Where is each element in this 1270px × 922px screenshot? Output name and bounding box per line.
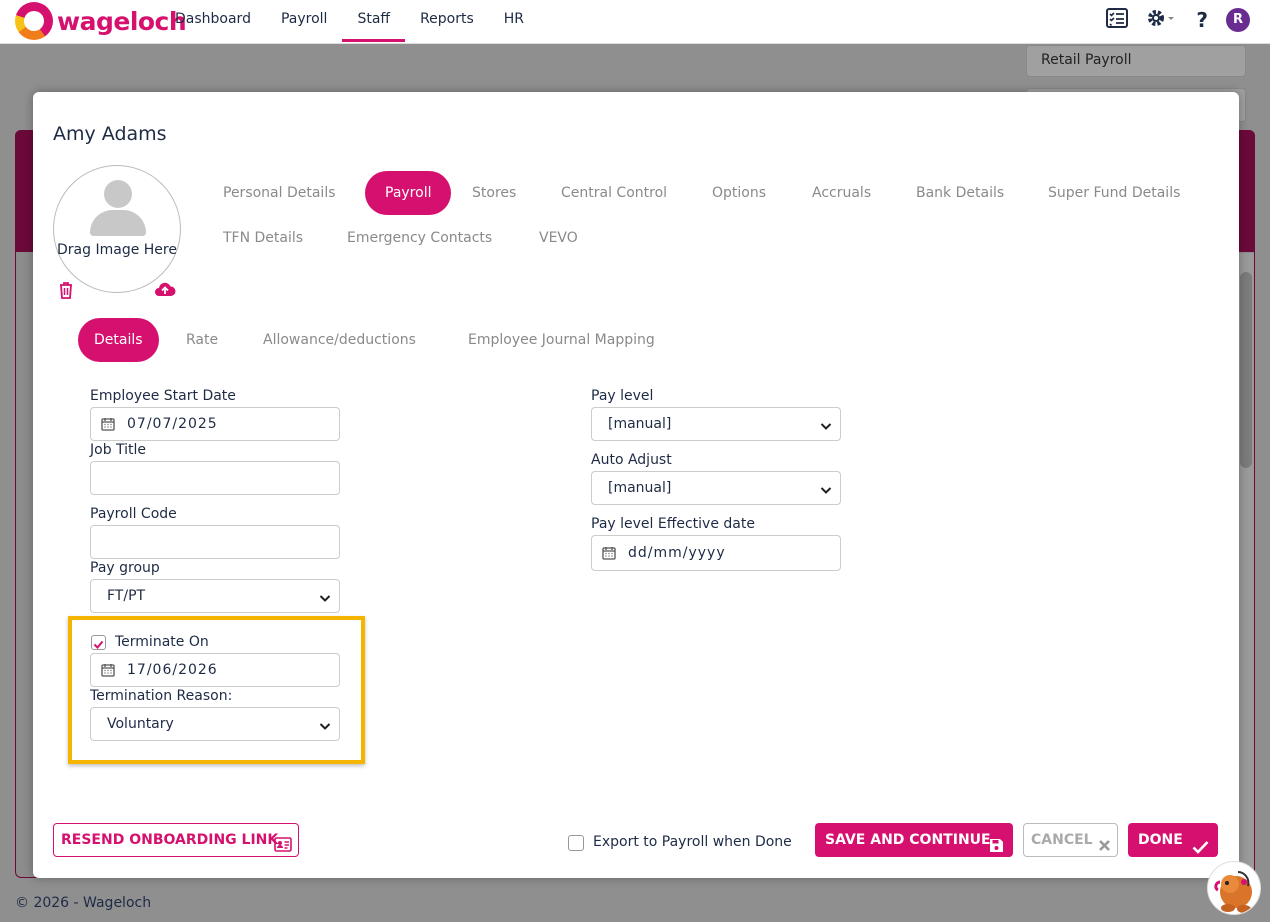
tab-payroll[interactable]: Payroll (365, 171, 452, 215)
tab-stores[interactable]: Stores (472, 171, 516, 215)
terminate-date-input[interactable]: 17/06/2026 (90, 653, 340, 687)
payroll-code-label: Payroll Code (90, 506, 177, 522)
logo-mark-icon (15, 2, 53, 40)
tab-personal-details[interactable]: Personal Details (223, 171, 336, 215)
terminate-on-label[interactable]: Terminate On (115, 634, 209, 650)
pay-level-label: Pay level (591, 388, 654, 404)
save-and-continue-button[interactable]: SAVE AND CONTINUE (815, 823, 1013, 857)
pay-level-effective-input[interactable]: dd/mm/yyyy (591, 535, 841, 571)
tab-tfn-details[interactable]: TFN Details (223, 216, 303, 260)
help-icon[interactable]: ? (1196, 8, 1208, 32)
main-nav: Dashboard Payroll Staff Reports HR (160, 0, 539, 44)
chevron-down-icon (820, 483, 832, 499)
employee-modal: Amy Adams Drag Image Here Personal Detai… (33, 92, 1239, 878)
start-date-input[interactable]: 07/07/2025 (90, 407, 340, 441)
chat-assistant-bot[interactable] (1207, 861, 1261, 915)
chevron-down-icon (820, 419, 832, 435)
pay-level-effective-label: Pay level Effective date (591, 516, 755, 532)
auto-adjust-value: [manual] (608, 480, 672, 496)
termination-reason-label: Termination Reason: (90, 688, 233, 704)
tab-options[interactable]: Options (712, 171, 766, 215)
auto-adjust-select[interactable]: [manual] (591, 471, 841, 505)
user-avatar[interactable]: R (1226, 8, 1250, 32)
subtab-employee-journal-mapping[interactable]: Employee Journal Mapping (468, 318, 655, 362)
calendar-icon (101, 663, 115, 681)
employee-name: Amy Adams (53, 123, 167, 145)
check-icon (1192, 833, 1209, 867)
checkmark-icon (93, 640, 104, 649)
settings-gear-icon[interactable] (1146, 8, 1178, 32)
trash-icon[interactable] (58, 281, 74, 303)
cloud-upload-icon[interactable] (154, 281, 176, 301)
subtab-details[interactable]: Details (78, 318, 159, 362)
terminate-checkbox[interactable] (91, 635, 106, 650)
start-date-label: Employee Start Date (90, 388, 236, 404)
task-list-icon[interactable] (1106, 8, 1129, 32)
pay-group-value: FT/PT (107, 588, 146, 604)
payroll-code-input[interactable] (90, 525, 340, 559)
tab-vevo[interactable]: VEVO (539, 216, 578, 260)
export-to-payroll-label[interactable]: Export to Payroll when Done (593, 834, 792, 850)
calendar-icon (101, 417, 115, 435)
tab-bank-details[interactable]: Bank Details (916, 171, 1004, 215)
photo-dropzone-label: Drag Image Here (57, 242, 177, 258)
termination-reason-select[interactable]: Voluntary (90, 707, 340, 741)
nav-payroll[interactable]: Payroll (266, 0, 342, 42)
nav-staff[interactable]: Staff (342, 0, 406, 42)
pay-level-effective-placeholder: dd/mm/yyyy (628, 545, 726, 561)
close-icon (1098, 832, 1111, 864)
chevron-down-icon (319, 719, 331, 735)
pay-level-select[interactable]: [manual] (591, 407, 841, 441)
pay-group-select[interactable]: FT/PT (90, 579, 340, 613)
tab-central-control[interactable]: Central Control (561, 171, 667, 215)
chevron-down-icon (319, 591, 331, 607)
job-title-label: Job Title (90, 442, 147, 458)
id-card-icon (274, 832, 292, 864)
nav-dashboard[interactable]: Dashboard (160, 0, 266, 42)
pay-level-value: [manual] (608, 416, 672, 432)
photo-dropzone[interactable]: Drag Image Here (53, 165, 181, 293)
top-navbar: wageloch Dashboard Payroll Staff Reports… (0, 0, 1270, 44)
auto-adjust-label: Auto Adjust (591, 452, 672, 468)
payroll-select[interactable]: Retail Payroll (1026, 45, 1246, 77)
done-button[interactable]: DONE (1128, 823, 1218, 857)
pay-group-label: Pay group (90, 560, 160, 576)
floppy-disk-icon (989, 832, 1004, 866)
scrollbar-thumb[interactable] (1240, 272, 1252, 468)
export-to-payroll-checkbox[interactable] (568, 835, 584, 851)
calendar-icon (602, 546, 616, 564)
termination-reason-value: Voluntary (107, 716, 174, 732)
nav-reports[interactable]: Reports (405, 0, 489, 42)
assistant-mascot-icon (1214, 871, 1252, 913)
user-silhouette-icon (104, 180, 132, 208)
nav-hr[interactable]: HR (489, 0, 539, 42)
tab-super-fund-details[interactable]: Super Fund Details (1048, 171, 1180, 215)
top-icons: ? R (1106, 8, 1250, 32)
subtab-rate[interactable]: Rate (186, 318, 218, 362)
resend-onboarding-link-button[interactable]: RESEND ONBOARDING LINK (53, 823, 299, 857)
tab-emergency-contacts[interactable]: Emergency Contacts (347, 216, 492, 260)
tab-accruals[interactable]: Accruals (812, 171, 871, 215)
terminate-date-value: 17/06/2026 (127, 662, 218, 678)
job-title-input[interactable] (90, 461, 340, 495)
cancel-button[interactable]: CANCEL (1023, 823, 1118, 857)
start-date-value: 07/07/2025 (127, 416, 218, 432)
subtab-allowance-deductions[interactable]: Allowance/deductions (263, 318, 416, 362)
page-footer: © 2026 - Wageloch (15, 895, 152, 911)
